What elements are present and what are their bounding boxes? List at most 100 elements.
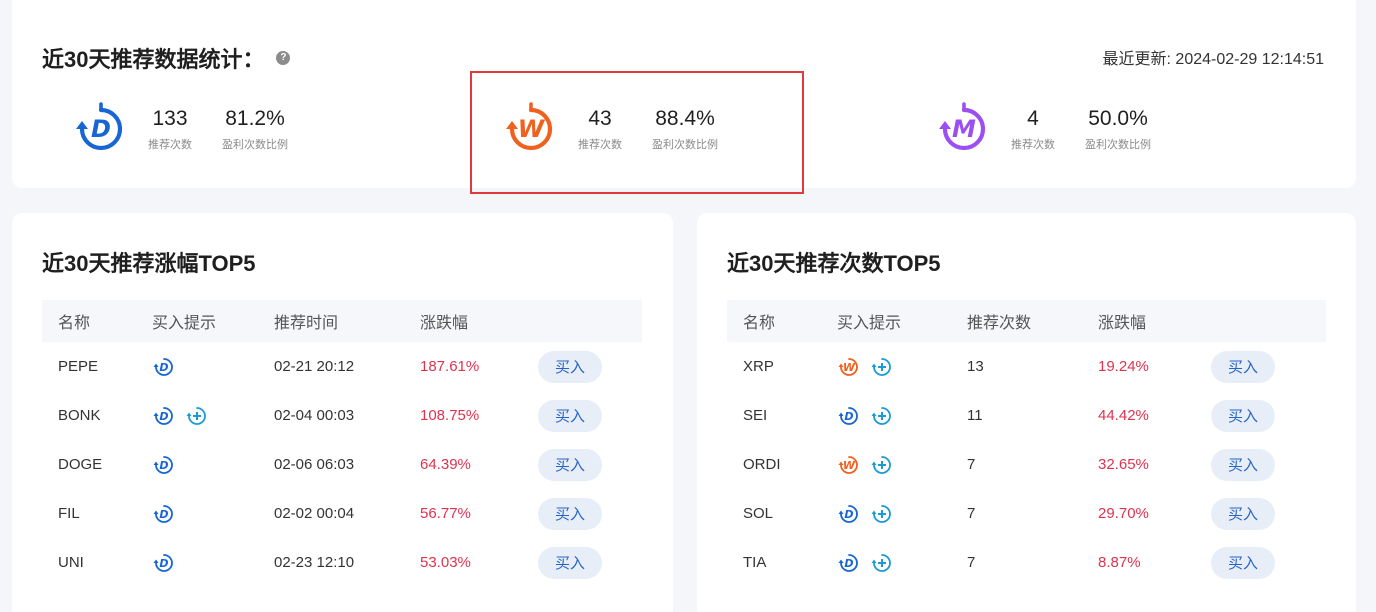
header-change: 涨跌幅 — [1098, 315, 1147, 332]
stat-count: 133 推荐次数 — [148, 106, 192, 152]
stat-ratio: 50.0% 盈利次数比例 — [1085, 106, 1151, 152]
d-strategy-logo-icon: D — [76, 102, 123, 151]
svg-text:W: W — [843, 361, 856, 374]
d-strategy-icon: D — [838, 553, 858, 572]
top-gain-card: 近30天推荐涨幅TOP5 名称 买入提示 推荐时间 涨跌幅 PEPE D 02-21… — [12, 213, 673, 612]
svg-text:W: W — [843, 459, 856, 472]
table-row: XRP W 13 19.24% 买入 — [727, 342, 1275, 391]
change-percent: 187.61% — [420, 358, 480, 375]
stat-count-value: 4 — [1027, 107, 1039, 130]
change-percent: 108.75% — [420, 407, 480, 424]
m-strategy-logo-icon: M — [939, 102, 986, 151]
buy-button[interactable]: 买入 — [538, 350, 602, 383]
change-percent: 8.87% — [1098, 554, 1141, 571]
top-count-rows: XRP W 13 19.24% 买入 SEI D 11 44.42% 买入 ORDI W 7 32.65%… — [727, 342, 1275, 587]
buy-hint-icons: W — [837, 355, 967, 379]
top-count-title: 近30天推荐次数TOP5 — [727, 251, 941, 276]
coin-name: BONK — [58, 407, 101, 424]
svg-text:D: D — [159, 410, 168, 423]
recommend-time: 02-04 00:03 — [274, 407, 355, 424]
buy-hint-icons: D — [837, 502, 967, 526]
table-row: ORDI W 7 32.65% 买入 — [727, 440, 1275, 489]
header-buy-hint: 买入提示 — [837, 315, 902, 332]
stat-group-d: D 133 推荐次数 81.2% 盈利次数比例 — [72, 100, 288, 158]
d-strategy-icon: D — [153, 553, 173, 572]
d-strategy-icon: D — [153, 455, 173, 474]
recommend-count: 13 — [967, 358, 984, 375]
header-name: 名称 — [58, 315, 91, 332]
header-time: 推荐时间 — [274, 315, 339, 332]
change-percent: 19.24% — [1098, 358, 1149, 375]
buy-button[interactable]: 买入 — [1211, 399, 1275, 432]
stat-ratio-label: 盈利次数比例 — [222, 139, 288, 151]
svg-text:D: D — [844, 557, 853, 570]
d-strategy-icon: D — [838, 504, 858, 523]
plus-strategy-icon — [186, 406, 206, 425]
last-updated: 最近更新: 2024-02-29 12:14:51 — [1102, 51, 1324, 68]
plus-strategy-icon — [871, 553, 891, 572]
top-gain-table-header: 名称 买入提示 推荐时间 涨跌幅 — [42, 300, 642, 342]
recommend-count: 7 — [967, 554, 976, 571]
table-row: TIA D 7 8.87% 买入 — [727, 538, 1275, 587]
stats-title-text: 近30天推荐数据统计： — [42, 47, 265, 72]
stats-title: 近30天推荐数据统计： ? — [42, 42, 291, 74]
plus-strategy-icon — [871, 504, 891, 523]
recommend-time: 02-06 06:03 — [274, 456, 355, 473]
top-gain-rows: PEPE D 02-21 20:12 187.61% 买入 BONK D 02-04 00:0… — [42, 342, 602, 587]
table-row: PEPE D 02-21 20:12 187.61% 买入 — [42, 342, 602, 391]
change-percent: 44.42% — [1098, 407, 1149, 424]
coin-name: FIL — [58, 505, 80, 522]
recommend-count: 7 — [967, 456, 976, 473]
buy-hint-icons: D — [152, 453, 274, 477]
coin-name: UNI — [58, 554, 84, 571]
buy-hint-icons: D — [152, 551, 274, 575]
change-percent: 64.39% — [420, 456, 471, 473]
svg-text:M: M — [952, 115, 976, 143]
top-count-table-header: 名称 买入提示 推荐次数 涨跌幅 — [727, 300, 1326, 342]
buy-button[interactable]: 买入 — [1211, 350, 1275, 383]
buy-button[interactable]: 买入 — [1211, 448, 1275, 481]
buy-button[interactable]: 买入 — [538, 448, 602, 481]
highlight-box — [470, 71, 804, 194]
table-row: FIL D 02-02 00:04 56.77% 买入 — [42, 489, 602, 538]
header-name: 名称 — [743, 315, 776, 332]
table-row: SOL D 7 29.70% 买入 — [727, 489, 1275, 538]
stat-count-label: 推荐次数 — [148, 139, 192, 151]
buy-button[interactable]: 买入 — [538, 399, 602, 432]
d-strategy-icon: D — [153, 406, 173, 425]
buy-button[interactable]: 买入 — [538, 546, 602, 579]
recommend-time: 02-23 12:10 — [274, 554, 355, 571]
buy-hint-icons: D — [152, 355, 274, 379]
stat-ratio-label: 盈利次数比例 — [1085, 139, 1151, 151]
plus-strategy-icon — [871, 455, 891, 474]
buy-hint-icons: W — [837, 453, 967, 477]
d-strategy-icon: D — [153, 357, 173, 376]
coin-name: SEI — [743, 407, 768, 424]
w-strategy-icon: W — [838, 455, 858, 474]
buy-button[interactable]: 买入 — [1211, 546, 1275, 579]
stat-ratio: 81.2% 盈利次数比例 — [222, 106, 288, 152]
stat-count-label: 推荐次数 — [1011, 139, 1055, 151]
buy-hint-icons: D — [837, 551, 967, 575]
top-gain-title: 近30天推荐涨幅TOP5 — [42, 251, 256, 276]
coin-name: ORDI — [743, 456, 781, 473]
svg-text:D: D — [159, 361, 168, 374]
buy-button[interactable]: 买入 — [1211, 497, 1275, 530]
change-percent: 53.03% — [420, 554, 471, 571]
d-strategy-icon: D — [838, 406, 858, 425]
change-percent: 32.65% — [1098, 456, 1149, 473]
buy-hint-icons: D — [837, 404, 967, 428]
coin-name: TIA — [743, 554, 767, 571]
change-percent: 29.70% — [1098, 505, 1149, 522]
buy-button[interactable]: 买入 — [538, 497, 602, 530]
table-row: DOGE D 02-06 06:03 64.39% 买入 — [42, 440, 602, 489]
svg-text:D: D — [159, 459, 168, 472]
header-count: 推荐次数 — [967, 315, 1032, 332]
svg-text:D: D — [91, 115, 111, 143]
recommend-count: 7 — [967, 505, 976, 522]
plus-strategy-icon — [871, 357, 891, 376]
help-icon[interactable]: ? — [276, 51, 291, 65]
top-count-card: 近30天推荐次数TOP5 名称 买入提示 推荐次数 涨跌幅 XRP W 13 19.2… — [697, 213, 1356, 612]
svg-text:D: D — [844, 508, 853, 521]
recommend-count: 11 — [967, 407, 983, 424]
